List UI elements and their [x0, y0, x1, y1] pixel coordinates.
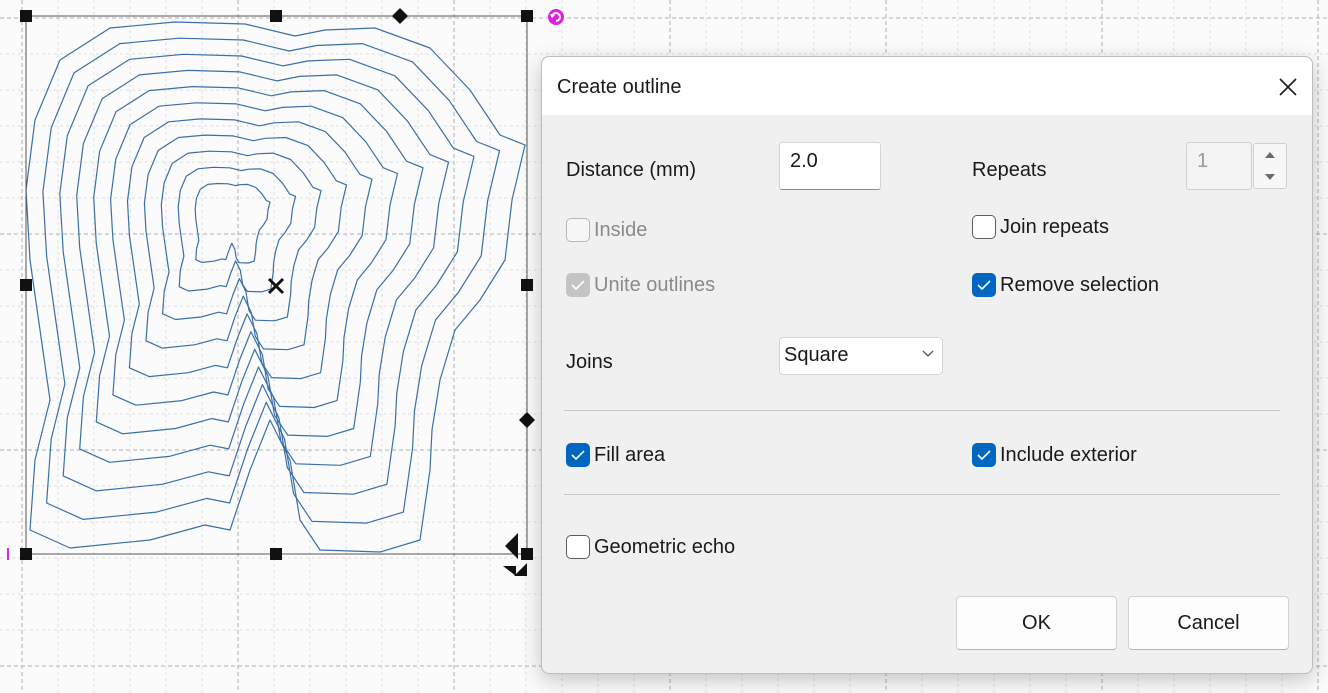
include-exterior-label: Include exterior	[1000, 443, 1137, 466]
handle-top-right[interactable]	[521, 10, 533, 22]
create-outline-dialog: Create outline Distance (mm) 2.0 Repeats…	[541, 56, 1313, 674]
outline-contour	[126, 118, 373, 380]
checkmark-icon	[571, 280, 585, 290]
repeats-input[interactable]: 1	[1186, 142, 1252, 190]
separator	[564, 410, 1280, 411]
remove-selection-checkbox[interactable]: Remove selection	[972, 273, 1159, 297]
joins-selected-value: Square	[784, 344, 849, 366]
handle-bottom-middle[interactable]	[270, 548, 282, 560]
handle-top-left[interactable]	[20, 10, 32, 22]
outline-contour	[110, 102, 399, 409]
handle-bottom-right[interactable]	[521, 548, 533, 560]
cancel-button[interactable]: Cancel	[1128, 596, 1289, 650]
outline-contour	[177, 166, 297, 293]
outline-contour	[76, 69, 450, 466]
checkmark-icon	[977, 450, 991, 460]
handle-middle-left[interactable]	[20, 279, 32, 291]
join-repeats-label: Join repeats	[1000, 215, 1109, 238]
ok-button[interactable]: OK	[956, 596, 1117, 650]
handle-top-middle[interactable]	[270, 10, 282, 22]
outline-contour	[160, 150, 322, 322]
fill-area-checkbox-box[interactable]	[566, 443, 590, 467]
chevron-down-icon	[922, 350, 934, 357]
joins-dropdown[interactable]: Square	[779, 337, 943, 375]
geometric-echo-label: Geometric echo	[594, 535, 736, 558]
rotate-handle-icon[interactable]	[548, 9, 564, 25]
fill-area-checkbox[interactable]: Fill area	[566, 443, 665, 467]
inside-checkbox[interactable]: Inside	[566, 218, 647, 242]
repeats-label: Repeats	[972, 159, 1047, 181]
skew-handle-top[interactable]	[392, 8, 408, 24]
close-button[interactable]	[1264, 65, 1312, 109]
distance-label: Distance (mm)	[566, 159, 697, 181]
close-icon	[1279, 78, 1297, 96]
separator	[564, 494, 1280, 495]
checkmark-icon	[571, 450, 585, 460]
fill-area-label: Fill area	[594, 443, 666, 466]
geometric-echo-checkbox-box[interactable]	[566, 535, 590, 559]
spin-down-button[interactable]	[1254, 166, 1286, 188]
joins-label: Joins	[566, 351, 613, 373]
repeats-spinner[interactable]	[1253, 143, 1287, 189]
handle-middle-right[interactable]	[521, 279, 533, 291]
join-repeats-checkbox[interactable]: Join repeats	[972, 215, 1109, 239]
unite-outlines-checkbox-box[interactable]	[566, 273, 590, 297]
inside-checkbox-box[interactable]	[566, 218, 590, 242]
checkmark-icon	[977, 280, 991, 290]
geometric-echo-checkbox[interactable]: Geometric echo	[566, 535, 735, 559]
caret-down-icon	[1265, 174, 1275, 180]
outline-contour	[194, 182, 271, 264]
unite-outlines-checkbox[interactable]: Unite outlines	[566, 273, 715, 297]
join-repeats-checkbox-box[interactable]	[972, 215, 996, 239]
distance-input[interactable]: 2.0	[779, 142, 881, 190]
remove-selection-checkbox-box[interactable]	[972, 273, 996, 297]
dialog-titlebar: Create outline	[542, 57, 1312, 115]
unite-outlines-label: Unite outlines	[594, 273, 716, 296]
spin-up-button[interactable]	[1254, 144, 1286, 166]
remove-selection-label: Remove selection	[1000, 273, 1159, 296]
handle-bottom-left[interactable]	[20, 548, 32, 560]
include-exterior-checkbox-box[interactable]	[972, 443, 996, 467]
inside-label: Inside	[594, 218, 648, 241]
include-exterior-checkbox[interactable]: Include exterior	[972, 443, 1137, 467]
dialog-title: Create outline	[557, 76, 682, 98]
caret-up-icon	[1265, 152, 1275, 158]
skew-handle-right[interactable]	[519, 412, 535, 428]
